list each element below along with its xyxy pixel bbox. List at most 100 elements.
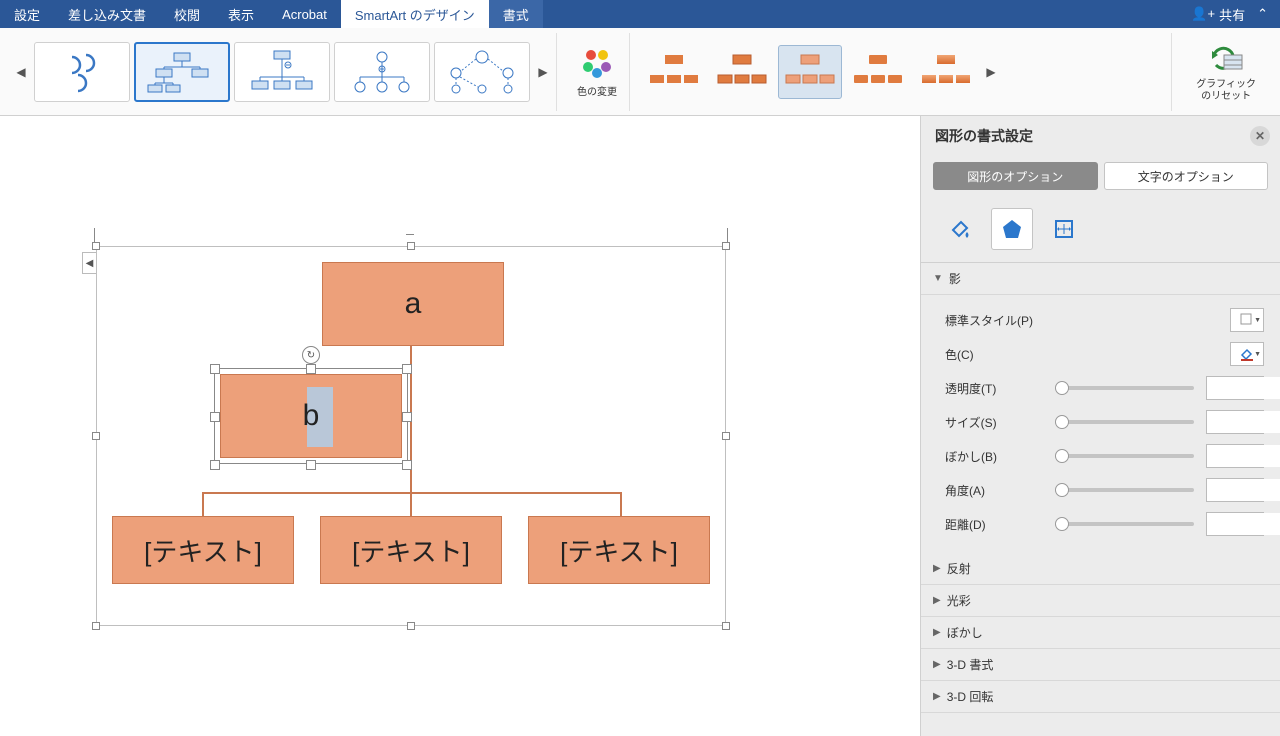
angle-spinner[interactable]: ▲▼	[1206, 478, 1264, 502]
text-pane-toggle[interactable]: ◀	[82, 252, 96, 274]
paint-bucket-icon	[1239, 346, 1255, 362]
triangle-down-icon: ▼	[933, 273, 943, 284]
style-option-5[interactable]	[914, 45, 978, 99]
size-icon	[1051, 216, 1077, 242]
style-option-1[interactable]	[642, 45, 706, 99]
shadow-preset-dropdown[interactable]: ▼	[1230, 308, 1264, 332]
share-button[interactable]: 👤+ 共有 ⌃	[1179, 5, 1280, 24]
menu-format[interactable]: 書式	[489, 0, 543, 28]
org-node-a[interactable]: a	[322, 262, 504, 346]
document-canvas[interactable]: ◀ a b ↻ [テキスト] [テキスト]	[0, 116, 920, 736]
org-node-child-2[interactable]: [テキスト]	[320, 516, 502, 584]
rotation-handle[interactable]: ↻	[302, 346, 320, 364]
size-slider[interactable]	[1055, 420, 1194, 424]
panel-title: 図形の書式設定 ✕	[921, 116, 1280, 156]
transparency-input[interactable]	[1207, 377, 1280, 399]
style-gallery-group: ▶	[638, 33, 1172, 111]
reset-label: グラフィックのリセット	[1196, 79, 1256, 103]
effects-tab-icon[interactable]	[991, 208, 1033, 250]
share-icon: 👤+	[1191, 6, 1215, 22]
section-shadow[interactable]: ▼ 影	[921, 263, 1280, 295]
org-node-child-3[interactable]: [テキスト]	[528, 516, 710, 584]
chevron-down-icon: ▼	[1254, 351, 1261, 358]
style-option-4[interactable]	[846, 45, 910, 99]
transparency-slider[interactable]	[1055, 386, 1194, 390]
blur-label: ぼかし(B)	[945, 448, 1055, 465]
panel-close-button[interactable]: ✕	[1250, 126, 1270, 146]
format-shape-panel: 図形の書式設定 ✕ 図形のオプション 文字のオプション ▼ 影 標準スタイル(P…	[920, 116, 1280, 736]
menu-bar: 設定 差し込み文書 校閲 表示 Acrobat SmartArt のデザイン 書…	[0, 0, 1280, 28]
change-colors-label: 色の変更	[577, 83, 617, 98]
smartart-frame[interactable]: ◀ a b ↻ [テキスト] [テキスト]	[96, 246, 726, 626]
org-node-child-2-text: [テキスト]	[352, 532, 470, 569]
blur-input[interactable]	[1207, 445, 1280, 467]
change-colors-button[interactable]: 色の変更	[569, 45, 625, 98]
triangle-right-icon: ▶	[933, 659, 941, 670]
layout-option-1[interactable]	[34, 42, 130, 102]
org-node-a-text: a	[405, 287, 422, 321]
distance-slider[interactable]	[1055, 522, 1194, 526]
menu-acrobat[interactable]: Acrobat	[268, 0, 341, 28]
angle-slider[interactable]	[1055, 488, 1194, 492]
style-option-3[interactable]	[778, 45, 842, 99]
color-label: 色(C)	[945, 346, 1055, 363]
menu-smartart-design[interactable]: SmartArt のデザイン	[341, 0, 489, 28]
blur-spinner[interactable]: ▲▼	[1206, 444, 1264, 468]
preset-label: 標準スタイル(P)	[945, 312, 1055, 329]
preset-icon	[1239, 312, 1255, 328]
tab-text-options[interactable]: 文字のオプション	[1104, 162, 1269, 190]
layout-option-2[interactable]	[134, 42, 230, 102]
paint-bucket-icon	[947, 216, 973, 242]
color-change-group: 色の変更	[565, 33, 630, 111]
ribbon: ◀ ▶ 色の変更	[0, 28, 1280, 116]
distance-input[interactable]	[1207, 513, 1280, 535]
section-soft-edges[interactable]: ▶ ぼかし	[921, 617, 1280, 649]
size-input[interactable]	[1207, 411, 1280, 433]
layout-option-4[interactable]	[334, 42, 430, 102]
shadow-color-dropdown[interactable]: ▼	[1230, 342, 1264, 366]
distance-label: 距離(D)	[945, 516, 1055, 533]
layout-option-3[interactable]	[234, 42, 330, 102]
section-glow[interactable]: ▶ 光彩	[921, 585, 1280, 617]
tab-shape-options[interactable]: 図形のオプション	[933, 162, 1098, 190]
org-node-child-1[interactable]: [テキスト]	[112, 516, 294, 584]
reset-group: グラフィックのリセット	[1180, 33, 1272, 111]
blur-slider[interactable]	[1055, 454, 1194, 458]
style-option-2[interactable]	[710, 45, 774, 99]
distance-spinner[interactable]: ▲▼	[1206, 512, 1264, 536]
share-label: 共有	[1219, 5, 1245, 24]
menu-mailings[interactable]: 差し込み文書	[54, 0, 160, 28]
chevron-down-icon: ▼	[1254, 317, 1261, 324]
layout-prev-arrow[interactable]: ◀	[12, 42, 30, 102]
triangle-right-icon: ▶	[933, 595, 941, 606]
layout-gallery-group: ◀ ▶	[8, 33, 557, 111]
section-3d-rotation[interactable]: ▶ 3-D 回転	[921, 681, 1280, 713]
org-node-child-1-text: [テキスト]	[144, 532, 262, 569]
angle-input[interactable]	[1207, 479, 1280, 501]
transparency-spinner[interactable]: ▲▼	[1206, 376, 1264, 400]
triangle-right-icon: ▶	[933, 627, 941, 638]
shadow-section-body: 標準スタイル(P) ▼ 色(C) ▼ 透明度(T) ▲▼	[921, 295, 1280, 553]
transparency-label: 透明度(T)	[945, 380, 1055, 397]
triangle-right-icon: ▶	[933, 563, 941, 574]
layout-next-arrow[interactable]: ▶	[534, 42, 552, 102]
menu-review[interactable]: 校閲	[160, 0, 214, 28]
chevron-up-icon: ⌃	[1257, 6, 1268, 22]
section-reflection[interactable]: ▶ 反射	[921, 553, 1280, 585]
menu-settings[interactable]: 設定	[0, 0, 54, 28]
menu-view[interactable]: 表示	[214, 0, 268, 28]
close-icon: ✕	[1255, 129, 1265, 143]
reset-icon	[1206, 41, 1246, 77]
layout-option-5[interactable]	[434, 42, 530, 102]
angle-label: 角度(A)	[945, 482, 1055, 499]
color-palette-icon	[579, 45, 615, 81]
size-spinner[interactable]: ▲▼	[1206, 410, 1264, 434]
section-3d-format[interactable]: ▶ 3-D 書式	[921, 649, 1280, 681]
fill-line-tab-icon[interactable]	[939, 208, 981, 250]
reset-graphic-button[interactable]: グラフィックのリセット	[1184, 41, 1268, 103]
style-next-arrow[interactable]: ▶	[982, 42, 1000, 102]
triangle-right-icon: ▶	[933, 691, 941, 702]
pentagon-icon	[999, 216, 1025, 242]
org-node-child-3-text: [テキスト]	[560, 532, 678, 569]
size-properties-tab-icon[interactable]	[1043, 208, 1085, 250]
